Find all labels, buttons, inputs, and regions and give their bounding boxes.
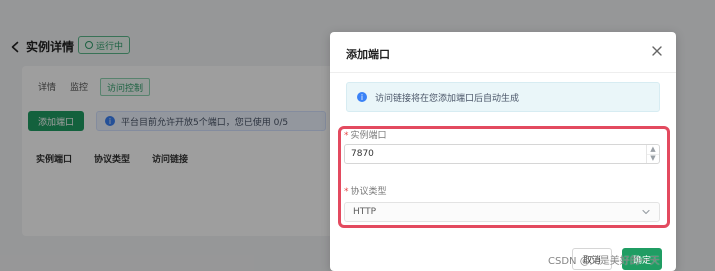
port-input[interactable]: [351, 147, 631, 161]
port-label-text: 实例端口: [350, 131, 387, 141]
required-mark: *: [344, 187, 349, 197]
protocol-label: * 协议类型: [344, 184, 387, 197]
modal-info-text: 访问链接将在您添加端口后自动生成: [375, 93, 520, 104]
modal-title: 添加端口: [346, 48, 390, 61]
port-stepper[interactable]: ▲ ▼: [646, 145, 659, 163]
required-mark: *: [344, 131, 349, 141]
close-icon[interactable]: [648, 42, 666, 60]
protocol-select[interactable]: HTTP: [344, 202, 660, 222]
port-label: * 实例端口: [344, 128, 387, 141]
stepper-up-icon[interactable]: ▲: [647, 145, 659, 154]
chevron-down-icon: [641, 207, 651, 217]
info-icon: i: [357, 92, 367, 102]
protocol-selected-value: HTTP: [353, 207, 377, 217]
protocol-label-text: 协议类型: [350, 187, 387, 197]
port-input-container: ▲ ▼: [344, 144, 660, 164]
modal-divider: [330, 72, 676, 73]
add-port-modal: 添加端口 i 访问链接将在您添加端口后自动生成 *实例端口 ▲ ▼ *协议类型 …: [330, 32, 676, 271]
watermark: CSDN @又是美好的一天: [548, 256, 660, 267]
modal-info-notice: i 访问链接将在您添加端口后自动生成: [346, 82, 660, 112]
stepper-down-icon[interactable]: ▼: [647, 155, 659, 164]
